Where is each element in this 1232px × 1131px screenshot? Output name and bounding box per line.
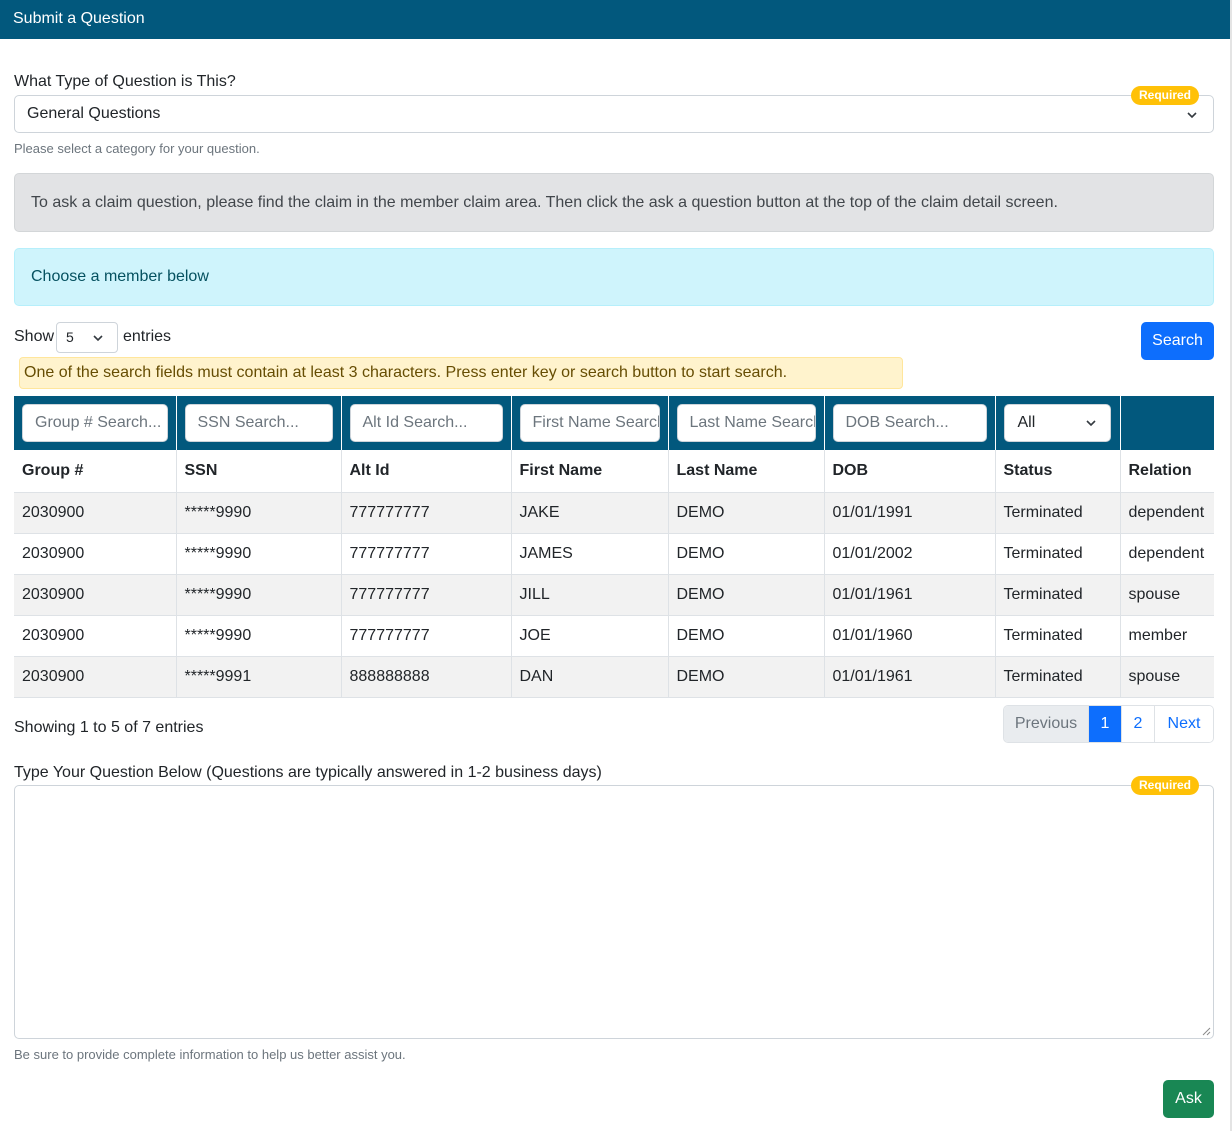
status-filter-value: All	[1017, 414, 1036, 431]
table-cell: *****9990	[176, 492, 342, 534]
column-header[interactable]: SSN	[176, 450, 342, 493]
table-cell: 2030900	[14, 574, 177, 616]
table-cell: 01/01/1960	[824, 615, 996, 657]
table-cell: DEMO	[668, 574, 825, 616]
table-cell: Terminated	[995, 533, 1121, 575]
status-filter-select[interactable]: All	[1003, 404, 1111, 442]
filter-row: Group # Search... SSN Search... Alt Id S…	[14, 396, 1214, 450]
question-textarea[interactable]	[14, 785, 1214, 1039]
table-cell: 777777777	[341, 492, 512, 534]
dob-search-input[interactable]: DOB Search...	[832, 404, 987, 442]
table-cell: JAMES	[511, 533, 669, 575]
table-cell: 01/01/2002	[824, 533, 996, 575]
column-header[interactable]: Last Name	[668, 450, 825, 493]
choose-member-alert: Choose a member below	[14, 248, 1214, 306]
table-cell: *****9990	[176, 533, 342, 575]
table-row[interactable]: 2030900 *****9990 777777777 JAKE DEMO 01…	[14, 492, 1214, 534]
table-row[interactable]: 2030900 *****9991 888888888 DAN DEMO 01/…	[14, 656, 1214, 698]
table-cell: Terminated	[995, 656, 1121, 698]
table-cell: spouse	[1120, 574, 1214, 616]
question-type-label: What Type of Question is This?	[14, 73, 236, 90]
question-type-select[interactable]: General Questions	[14, 95, 1214, 133]
table-cell: *****9991	[176, 656, 342, 698]
column-header[interactable]: Alt Id	[341, 450, 512, 493]
table-cell: DEMO	[668, 656, 825, 698]
table-cell: DEMO	[668, 492, 825, 534]
table-row[interactable]: 2030900 *****9990 777777777 JILL DEMO 01…	[14, 574, 1214, 616]
table-cell: 01/01/1961	[824, 656, 996, 698]
member-table: Group # Search... SSN Search... Alt Id S…	[14, 396, 1214, 698]
table-info: Showing 1 to 5 of 7 entries	[14, 719, 204, 736]
previous-page-button[interactable]: Previous	[1004, 706, 1089, 742]
search-button[interactable]: Search	[1141, 322, 1214, 360]
table-cell: 777777777	[341, 574, 512, 616]
column-header[interactable]: DOB	[824, 450, 996, 493]
table-cell: *****9990	[176, 574, 342, 616]
page-2-button[interactable]: 2	[1122, 706, 1155, 742]
column-header[interactable]: First Name	[511, 450, 669, 493]
table-cell: DAN	[511, 656, 669, 698]
column-header[interactable]: Group #	[14, 450, 177, 493]
table-cell: 2030900	[14, 615, 177, 657]
required-badge: Required	[1131, 86, 1200, 105]
table-cell: dependent	[1120, 533, 1214, 575]
chevron-down-icon	[1187, 112, 1197, 119]
next-page-button[interactable]: Next	[1155, 706, 1213, 742]
page-length-value: 5	[66, 329, 74, 345]
page-length-select[interactable]: 5	[56, 322, 118, 353]
chevron-down-icon	[93, 335, 103, 342]
table-row[interactable]: 2030900 *****9990 777777777 JAMES DEMO 0…	[14, 533, 1214, 575]
table-cell: member	[1120, 615, 1214, 657]
header-row: Group # SSN Alt Id First Name Last Name …	[14, 450, 1214, 493]
table-cell: Terminated	[995, 492, 1121, 534]
alt-id-search-input[interactable]: Alt Id Search...	[349, 404, 503, 442]
table-row[interactable]: 2030900 *****9990 777777777 JOE DEMO 01/…	[14, 615, 1214, 657]
column-header[interactable]: Relation	[1120, 450, 1214, 493]
page-1-button[interactable]: 1	[1089, 706, 1122, 742]
table-cell: JOE	[511, 615, 669, 657]
table-cell: DEMO	[668, 615, 825, 657]
search-warning: One of the search fields must contain at…	[19, 357, 903, 389]
table-cell: DEMO	[668, 533, 825, 575]
chevron-down-icon	[1085, 420, 1096, 427]
ssn-search-input[interactable]: SSN Search...	[184, 404, 333, 442]
show-label: Show	[14, 328, 55, 345]
pagination: Previous 1 2 Next	[1003, 705, 1214, 743]
table-cell: 2030900	[14, 533, 177, 575]
table-cell: 777777777	[341, 615, 512, 657]
column-header[interactable]: Status	[995, 450, 1121, 493]
group-search-input[interactable]: Group # Search...	[22, 404, 168, 442]
last-name-search-input[interactable]: Last Name Search...	[676, 404, 816, 442]
table-cell: *****9990	[176, 615, 342, 657]
table-cell: dependent	[1120, 492, 1214, 534]
table-cell: 2030900	[14, 656, 177, 698]
table-cell: JILL	[511, 574, 669, 616]
ask-button[interactable]: Ask	[1163, 1080, 1214, 1118]
table-cell: 01/01/1961	[824, 574, 996, 616]
page-header: Submit a Question	[0, 0, 1230, 39]
claim-question-alert: To ask a claim question, please find the…	[14, 173, 1214, 232]
table-cell: Terminated	[995, 574, 1121, 616]
question-text-label: Type Your Question Below (Questions are …	[14, 764, 602, 781]
resize-grip-icon[interactable]	[1202, 1027, 1211, 1036]
table-cell: 888888888	[341, 656, 512, 698]
table-cell: 01/01/1991	[824, 492, 996, 534]
first-name-search-input[interactable]: First Name Search...	[519, 404, 660, 442]
question-text-help: Be sure to provide complete information …	[14, 1047, 406, 1062]
question-type-help: Please select a category for your questi…	[14, 141, 260, 156]
required-badge: Required	[1131, 776, 1200, 795]
table-cell: Terminated	[995, 615, 1121, 657]
table-cell: 777777777	[341, 533, 512, 575]
entries-label: entries	[123, 328, 172, 345]
table-cell: spouse	[1120, 656, 1214, 698]
table-cell: JAKE	[511, 492, 669, 534]
table-cell: 2030900	[14, 492, 177, 534]
question-type-value: General Questions	[27, 105, 161, 122]
